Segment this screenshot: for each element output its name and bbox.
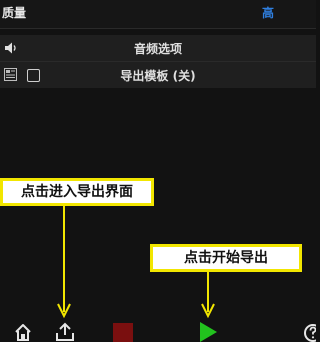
export-hint-callout: 点击进入导出界面 <box>0 178 154 206</box>
stop-icon[interactable] <box>113 320 133 342</box>
home-icon[interactable] <box>13 320 33 342</box>
export-settings-screen: 质量 高 音频选项 导出模板 (关) 点击进入导出界面 点击开始导出 <box>0 0 316 342</box>
quality-value[interactable]: 高 <box>262 4 274 21</box>
quality-row[interactable]: 质量 高 <box>0 0 316 28</box>
divider <box>0 28 316 29</box>
play-icon[interactable] <box>197 320 219 342</box>
bottom-toolbar <box>0 320 316 342</box>
export-template-title: 导出模板 (关) <box>120 69 196 83</box>
export-icon[interactable] <box>54 320 76 342</box>
arrow-head-play <box>201 303 215 319</box>
start-hint-callout: 点击开始导出 <box>150 244 302 272</box>
export-template-row[interactable]: 导出模板 (关) <box>0 62 316 88</box>
arrow-head-export <box>57 303 71 319</box>
help-icon[interactable] <box>303 320 316 342</box>
audio-options-row[interactable]: 音频选项 <box>0 35 316 61</box>
quality-label: 质量 <box>2 6 27 20</box>
audio-options-title: 音频选项 <box>133 42 182 56</box>
